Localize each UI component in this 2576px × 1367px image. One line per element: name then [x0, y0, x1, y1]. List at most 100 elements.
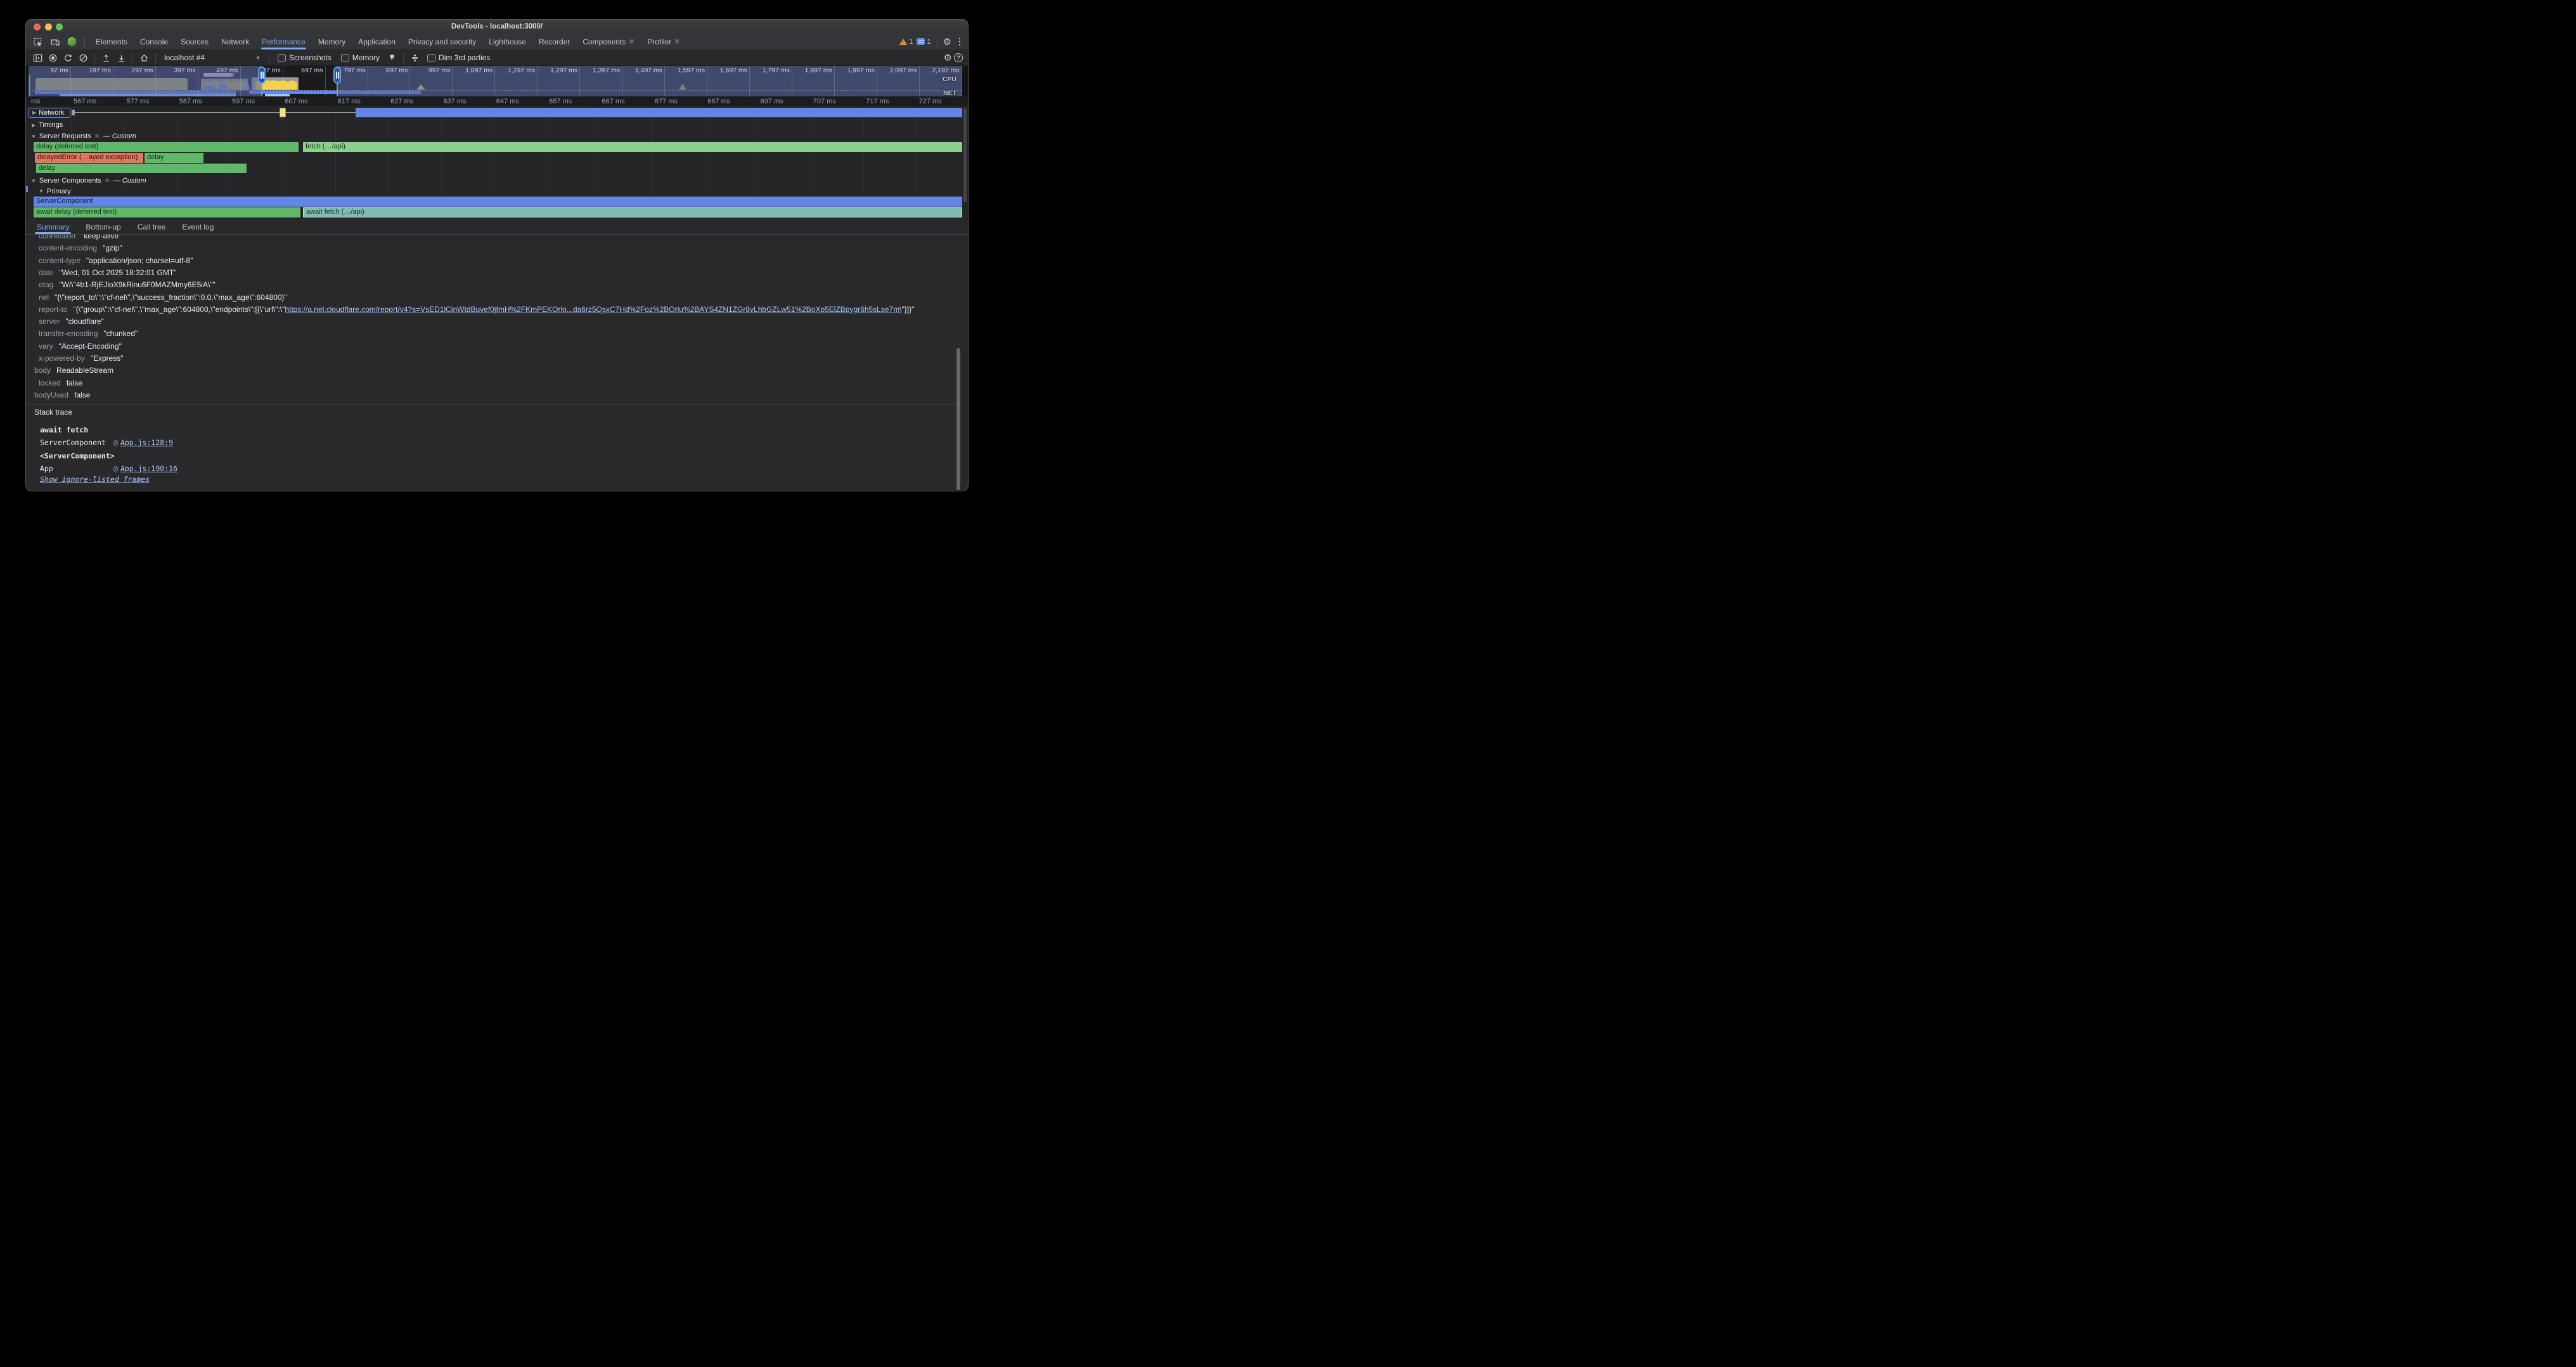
- timeline-entry-delayederror-ayed-exception[interactable]: delayedError (…ayed exception): [35, 153, 143, 163]
- server-components-title: Server Components: [39, 177, 101, 185]
- ruler-time-label: 727 ms: [919, 98, 942, 105]
- overview-time-label: 1,797 ms: [750, 67, 792, 75]
- history-dropdown-label: localhost #4: [164, 53, 205, 62]
- server-requests-header[interactable]: ▼ Server Requests ⚛ — Custom: [26, 131, 968, 141]
- stack-frame-at: @: [113, 464, 118, 473]
- history-dropdown[interactable]: localhost #4 ▼: [160, 53, 264, 62]
- device-toolbar-icon[interactable]: [48, 35, 61, 48]
- collapse-arrow-icon[interactable]: ▼: [31, 178, 36, 184]
- network-track-row[interactable]: ▶ Network: [26, 107, 968, 119]
- network-request-waiting-line[interactable]: [75, 112, 356, 113]
- help-icon[interactable]: ?: [954, 53, 963, 62]
- checkbox-box[interactable]: [278, 54, 286, 62]
- screenshots-checkbox[interactable]: Screenshots: [278, 53, 332, 62]
- network-request-yellow-block[interactable]: [280, 108, 286, 117]
- ruler-time-label: 577 ms: [126, 98, 149, 105]
- stack-frame-location-link[interactable]: App.js:190:16: [120, 464, 177, 473]
- overview-time-label: 1,197 ms: [495, 67, 538, 75]
- show-ignore-listed-frames-link[interactable]: Show ignore-listed frames: [40, 475, 150, 484]
- toggle-sidebar-icon[interactable]: [31, 51, 44, 65]
- clear-icon[interactable]: [77, 51, 90, 65]
- tab-network[interactable]: Network: [215, 34, 255, 49]
- network-request-bar[interactable]: [356, 108, 962, 118]
- tab-memory[interactable]: Memory: [312, 34, 352, 49]
- timeline-entry-await-delay-deferred-text[interactable]: await delay (deferred text): [34, 207, 300, 217]
- tab-summary[interactable]: Summary: [29, 219, 77, 234]
- warning-count[interactable]: 1: [909, 38, 913, 46]
- timeline-entry-servercomponent[interactable]: ServerComponent: [34, 197, 962, 207]
- checkbox-box[interactable]: [427, 54, 435, 62]
- ruler-time-label: 627 ms: [390, 98, 413, 105]
- memory-checkbox[interactable]: Memory: [341, 53, 380, 62]
- tab-label: Application: [358, 37, 396, 46]
- tab-recorder[interactable]: Recorder: [532, 34, 576, 49]
- timeline-entry-delay-deferred-text[interactable]: delay (deferred text): [34, 142, 299, 152]
- timeline-ruler: ms567 ms577 ms587 ms597 ms607 ms617 ms62…: [26, 96, 968, 107]
- timeline-overview[interactable]: 97 ms197 ms297 ms397 ms497 ms597 ms697 m…: [26, 66, 968, 96]
- capture-settings-gear-icon[interactable]: ⚙: [944, 52, 952, 63]
- warnings-icon[interactable]: [899, 39, 907, 45]
- load-profile-icon[interactable]: [100, 51, 113, 65]
- tab-profiler[interactable]: Profiler⚛: [641, 34, 686, 49]
- tab-label: Network: [221, 37, 249, 46]
- overview-time-label: 2,197 ms: [920, 67, 962, 75]
- tab-elements[interactable]: Elements: [89, 34, 134, 49]
- timeline-entry-fetch-api[interactable]: fetch (…/api): [303, 142, 962, 152]
- garbage-collect-icon[interactable]: [385, 51, 399, 65]
- timeline-tracks[interactable]: ▶ Network ▶ Timings ▼ Server Requests ⚛ …: [26, 107, 968, 219]
- tab-performance[interactable]: Performance: [255, 34, 312, 49]
- kebab-menu-icon[interactable]: ⋮: [955, 36, 964, 47]
- collapse-arrow-icon[interactable]: ▼: [39, 188, 44, 194]
- expand-arrow-icon[interactable]: ▶: [32, 110, 36, 115]
- expand-arrow-icon[interactable]: ▶: [32, 122, 35, 128]
- timeline-entry-delay[interactable]: delay: [145, 153, 203, 163]
- save-profile-icon[interactable]: [115, 51, 128, 65]
- tab-components[interactable]: Components⚛: [576, 34, 641, 49]
- stack-frame-location-link[interactable]: App.js:128:9: [120, 438, 173, 447]
- titlebar[interactable]: DevTools - localhost:3000/: [26, 20, 968, 34]
- checkbox-box[interactable]: [341, 54, 349, 62]
- tab-bottom-up[interactable]: Bottom-up: [77, 219, 129, 234]
- summary-scrollbar-thumb[interactable]: [956, 348, 960, 490]
- collapse-expand-icon[interactable]: [408, 51, 422, 65]
- record-icon[interactable]: [46, 51, 60, 65]
- timings-track-row[interactable]: ▶ Timings: [26, 120, 968, 130]
- network-track-selected[interactable]: ▶ Network: [29, 108, 70, 118]
- primary-group-header[interactable]: ▼ Primary: [26, 186, 968, 196]
- ruler-time-label: 647 ms: [496, 98, 519, 105]
- home-icon[interactable]: [138, 51, 151, 65]
- record-and-reload-icon[interactable]: [61, 51, 75, 65]
- tab-console[interactable]: Console: [134, 34, 174, 49]
- message-count[interactable]: 1: [927, 38, 931, 46]
- collapse-arrow-icon[interactable]: ▼: [31, 134, 36, 139]
- selection-handle-left[interactable]: [258, 67, 266, 84]
- ruler-time-label: 707 ms: [813, 98, 836, 105]
- overview-time-label: 1,997 ms: [835, 67, 877, 75]
- tab-privacy-and-security[interactable]: Privacy and security: [402, 34, 482, 49]
- dim-3rd-parties-checkbox[interactable]: Dim 3rd parties: [427, 53, 490, 62]
- divider: [94, 53, 95, 63]
- tab-event-log[interactable]: Event log: [174, 219, 222, 234]
- selection-handle-right[interactable]: [333, 67, 341, 84]
- stack-frame-name: await fetch: [40, 425, 113, 435]
- timeline-entry-await-fetch-api[interactable]: await fetch (…/api): [303, 207, 962, 217]
- timeline-scrollbar-thumb[interactable]: [963, 108, 967, 202]
- report-to-link[interactable]: https://a.nel.cloudflare.com/report/v4?s…: [285, 305, 901, 314]
- summary-pane[interactable]: connection"keep-alive"content-encoding"g…: [26, 235, 968, 491]
- tab-lighthouse[interactable]: Lighthouse: [482, 34, 532, 49]
- tab-application[interactable]: Application: [352, 34, 402, 49]
- stack-frame: ServerComponent@App.js:128:9: [40, 437, 958, 448]
- console-messages-icon[interactable]: [917, 38, 925, 45]
- details-tabbar: SummaryBottom-upCall treeEvent log: [26, 219, 968, 235]
- overview-time-labels: 97 ms197 ms297 ms397 ms497 ms597 ms697 m…: [29, 67, 962, 75]
- timeline-entry-delay[interactable]: delay: [36, 164, 247, 174]
- tab-call-tree[interactable]: Call tree: [129, 219, 174, 234]
- tab-label: Sources: [181, 37, 209, 46]
- settings-gear-icon[interactable]: ⚙: [943, 36, 951, 48]
- tab-sources[interactable]: Sources: [174, 34, 215, 49]
- ruler-time-label: 697 ms: [761, 98, 783, 105]
- inspect-element-icon[interactable]: [31, 35, 44, 48]
- overview-time-label: 797 ms: [326, 67, 368, 75]
- nodejs-icon[interactable]: [65, 35, 79, 48]
- server-components-header[interactable]: ▼ Server Components ⚛ — Custom: [26, 176, 968, 186]
